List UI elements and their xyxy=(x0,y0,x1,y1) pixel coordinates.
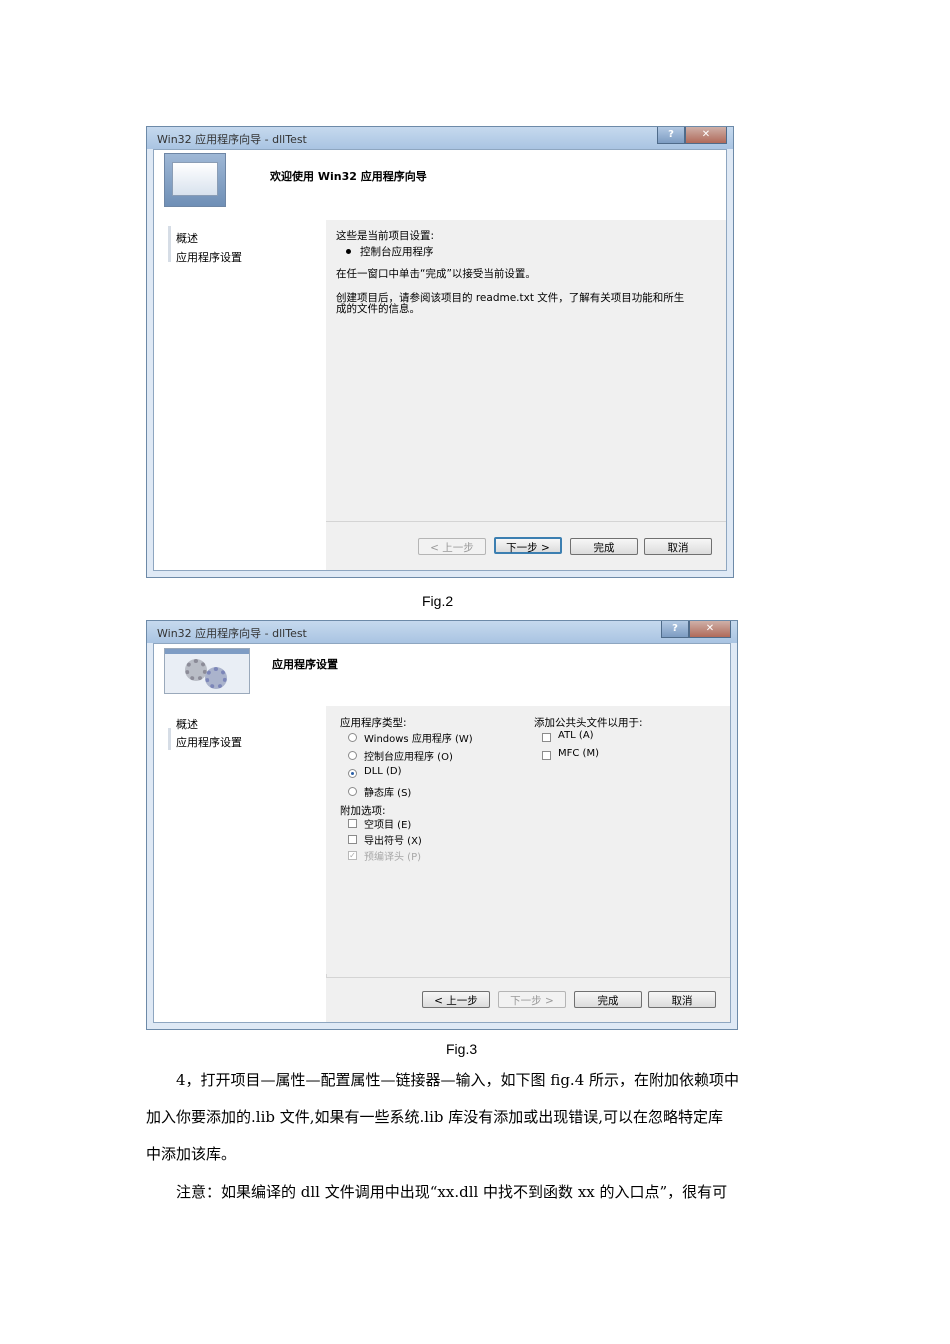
content-panel: 这些是当前项目设置: 控制台应用程序 在任一窗口中单击“完成”以接受当前设置。 … xyxy=(326,220,726,522)
dialog-client-area: 欢迎使用 Win32 应用程序向导 概述 应用程序设置 这些是当前项目设置: 控… xyxy=(153,149,727,571)
finish-button[interactable]: 完成 xyxy=(570,538,638,555)
header-band: 应用程序设置 xyxy=(154,644,730,707)
dialog-client-area: 应用程序设置 概述 应用程序设置 应用程序类型: Windows 应用程序 (W… xyxy=(153,643,731,1023)
cancel-button[interactable]: 取消 xyxy=(644,538,712,555)
option-console-app: 控制台应用程序 (O) xyxy=(364,752,453,763)
close-button[interactable]: ✕ xyxy=(685,127,727,144)
checkbox-mfc[interactable] xyxy=(542,751,551,760)
paragraph-note-line1: 注意：如果编译的 dll 文件调用中出现“xx.dll 中找不到函数 xx 的入… xyxy=(176,1183,728,1201)
nav-item-overview[interactable]: 概述 xyxy=(176,716,198,732)
wizard-nav-sidebar: 概述 应用程序设置 xyxy=(154,706,327,1022)
header-band: 欢迎使用 Win32 应用程序向导 xyxy=(154,150,726,221)
title-bar: Win32 应用程序向导 - dllTest ? ✕ xyxy=(147,127,733,149)
bullet-dot xyxy=(346,249,351,254)
app-type-label: 应用程序类型: xyxy=(340,717,407,729)
option-export-symbols: 导出符号 (X) xyxy=(364,836,422,847)
option-mfc: MFC (M) xyxy=(558,748,599,759)
nav-item-app-settings[interactable]: 应用程序设置 xyxy=(176,734,242,750)
common-headers-label: 添加公共头文件以用于: xyxy=(534,717,643,729)
content-panel: 应用程序类型: Windows 应用程序 (W) 控制台应用程序 (O) DLL… xyxy=(326,706,730,974)
option-static-lib: 静态库 (S) xyxy=(364,788,412,799)
nav-item-app-settings[interactable]: 应用程序设置 xyxy=(176,249,242,265)
wizard-nav-sidebar: 概述 应用程序设置 xyxy=(154,220,327,570)
wizard-window-icon xyxy=(164,153,226,207)
setting-item: 控制台应用程序 xyxy=(360,246,434,258)
option-dll: DLL (D) xyxy=(364,766,402,777)
option-windows-app: Windows 应用程序 (W) xyxy=(364,734,473,745)
title-bar: Win32 应用程序向导 - dllTest ? ✕ xyxy=(147,621,737,643)
figure-caption-fig3: Fig.3 xyxy=(446,1041,478,1057)
wizard-dialog-fig3: Win32 应用程序向导 - dllTest ? ✕ 应用程序设置 概述 应用程… xyxy=(146,620,738,1030)
wizard-dialog-fig2: Win32 应用程序向导 - dllTest ? ✕ 欢迎使用 Win32 应用… xyxy=(146,126,734,578)
help-button[interactable]: ? xyxy=(661,621,689,638)
paragraph-step4-line3: 中添加该库。 xyxy=(146,1145,237,1163)
radio-windows-app[interactable] xyxy=(348,733,357,742)
next-button[interactable]: 下一步 > xyxy=(498,991,566,1008)
checkbox-precompiled-header[interactable]: ✓ xyxy=(348,851,357,860)
checkbox-export-symbols[interactable] xyxy=(348,835,357,844)
checkbox-atl[interactable] xyxy=(542,733,551,742)
option-precompiled-header: 预编译头 (P) xyxy=(364,852,422,863)
figure-caption-fig2: Fig.2 xyxy=(422,593,454,609)
nav-item-overview[interactable]: 概述 xyxy=(176,230,198,246)
help-button[interactable]: ? xyxy=(657,127,685,144)
current-settings-label: 这些是当前项目设置: xyxy=(336,230,435,242)
radio-static-lib[interactable] xyxy=(348,787,357,796)
option-atl: ATL (A) xyxy=(558,730,594,741)
prev-button[interactable]: < 上一步 xyxy=(422,991,490,1008)
button-bar: < 上一步 下一步 > 完成 取消 xyxy=(326,977,730,1022)
radio-console-app[interactable] xyxy=(348,751,357,760)
paragraph-step4-line1: 4，打开项目—属性—配置属性—链接器—输入，如下图 fig.4 所示，在附加依赖… xyxy=(176,1071,740,1089)
header-title: 欢迎使用 Win32 应用程序向导 xyxy=(270,170,427,183)
finish-hint: 在任一窗口中单击“完成”以接受当前设置。 xyxy=(336,268,536,280)
button-bar: < 上一步 下一步 > 完成 取消 xyxy=(326,521,726,570)
next-button[interactable]: 下一步 > xyxy=(494,537,562,554)
window-title: Win32 应用程序向导 - dllTest xyxy=(157,133,307,146)
nav-marker xyxy=(168,226,171,262)
cancel-button[interactable]: 取消 xyxy=(648,991,716,1008)
settings-gears-icon xyxy=(164,648,250,694)
paragraph-step4-line2: 加入你要添加的.lib 文件,如果有一些系统.lib 库没有添加或出现错误,可以… xyxy=(146,1108,724,1126)
header-title: 应用程序设置 xyxy=(272,658,338,671)
checkbox-empty-project[interactable] xyxy=(348,819,357,828)
radio-dll[interactable] xyxy=(348,769,357,778)
close-button[interactable]: ✕ xyxy=(689,621,731,638)
prev-button[interactable]: < 上一步 xyxy=(418,538,486,555)
window-title: Win32 应用程序向导 - dllTest xyxy=(157,627,307,640)
nav-marker xyxy=(168,728,171,750)
readme-hint-line2: 成的文件的信息。 xyxy=(336,303,420,315)
finish-button[interactable]: 完成 xyxy=(574,991,642,1008)
option-empty-project: 空项目 (E) xyxy=(364,820,412,831)
